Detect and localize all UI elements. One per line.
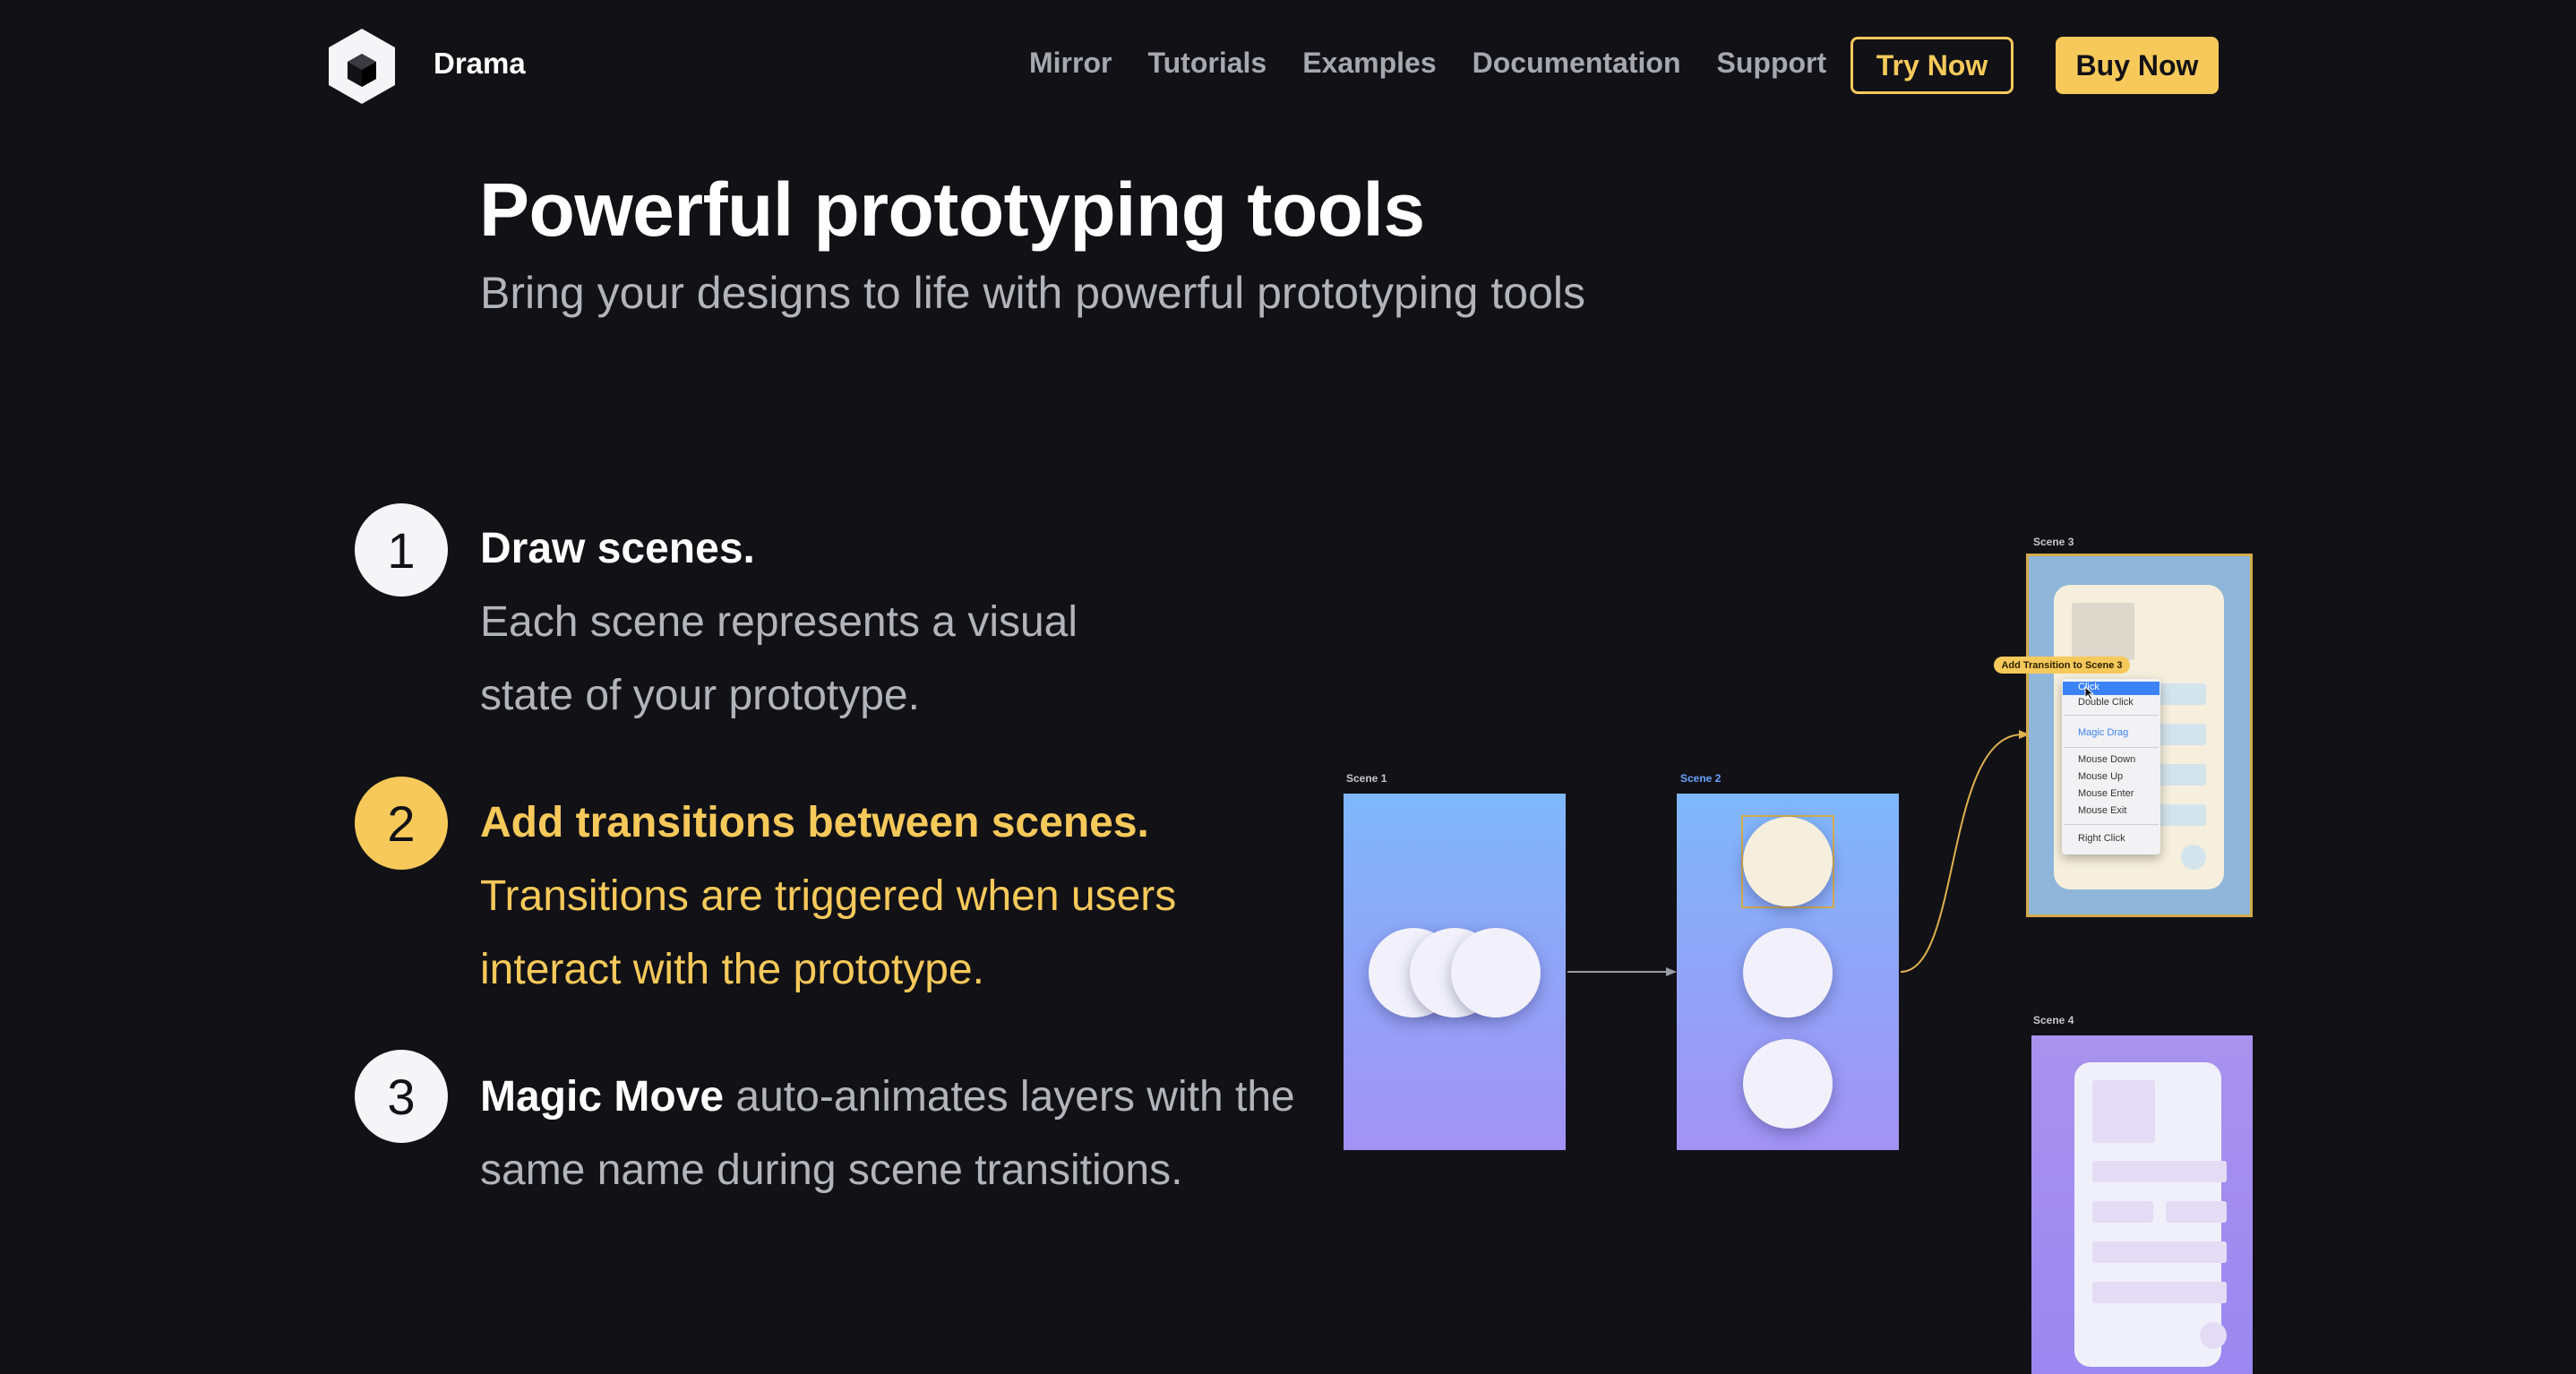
step-1: Draw scenes. Each scene represents a vis… [480, 512, 1161, 733]
menu-item-magic-drag[interactable]: Magic Drag [2078, 727, 2128, 738]
menu-item-mouse-up[interactable]: Mouse Up [2078, 771, 2123, 782]
step-2-description: Transitions are triggered when users int… [480, 872, 1177, 993]
brand-name[interactable]: Drama [434, 47, 526, 81]
scene-2-circle [1743, 1039, 1833, 1129]
scene-2-circle [1743, 928, 1833, 1018]
add-transition-tag[interactable]: Add Transition to Scene 3 [1994, 657, 2130, 674]
nav-links: Mirror Tutorials Examples Documentation … [1029, 47, 1826, 80]
menu-item-right-click[interactable]: Right Click [2078, 833, 2125, 844]
step-3: Magic Move auto-animates layers with the… [480, 1061, 1304, 1207]
scene-1-label: Scene 1 [1346, 772, 1387, 785]
scene-4-artboard[interactable] [2031, 1035, 2253, 1374]
step-1-description: Each scene represents a visual state of … [480, 598, 1078, 719]
page-title: Powerful prototyping tools [479, 167, 1425, 252]
step-3-title: Magic Move [480, 1073, 725, 1121]
step-1-number: 1 [355, 503, 448, 597]
drama-logo-icon[interactable] [326, 27, 398, 106]
phone-mockup [2074, 1062, 2227, 1367]
step-1-title: Draw scenes. [480, 525, 755, 572]
nav-link-mirror[interactable]: Mirror [1029, 47, 1112, 80]
scene-3-label: Scene 3 [2033, 536, 2074, 548]
step-2: Add transitions between scenes. Transiti… [480, 786, 1176, 1007]
trigger-context-menu: Click Double Click Magic Drag Mouse Down… [2062, 679, 2160, 854]
step-2-title: Add transitions between scenes. [480, 799, 1149, 846]
nav-link-support[interactable]: Support [1717, 47, 1827, 80]
menu-item-mouse-enter[interactable]: Mouse Enter [2078, 788, 2134, 799]
scene-2-artboard[interactable] [1677, 794, 1899, 1150]
scene-2-circle-selected[interactable] [1743, 817, 1833, 906]
buy-now-button[interactable]: Buy Now [2056, 37, 2219, 94]
step-3-number: 3 [355, 1050, 448, 1143]
nav-link-examples[interactable]: Examples [1302, 47, 1436, 80]
menu-item-mouse-exit[interactable]: Mouse Exit [2078, 805, 2126, 816]
scene-1-artboard[interactable] [1344, 794, 1566, 1150]
menu-item-mouse-down[interactable]: Mouse Down [2078, 754, 2135, 765]
scene-1-circle [1451, 928, 1541, 1018]
mouse-cursor-icon [2084, 686, 2095, 700]
page-subtitle: Bring your designs to life with powerful… [480, 268, 1585, 318]
nav-link-documentation[interactable]: Documentation [1473, 47, 1681, 80]
nav-link-tutorials[interactable]: Tutorials [1147, 47, 1267, 80]
try-now-button[interactable]: Try Now [1850, 37, 2014, 94]
step-2-number: 2 [355, 777, 448, 870]
top-navigation: Drama Mirror Tutorials Examples Document… [0, 0, 2576, 134]
scene-2-label: Scene 2 [1680, 772, 1722, 785]
scene-4-label: Scene 4 [2033, 1014, 2074, 1026]
